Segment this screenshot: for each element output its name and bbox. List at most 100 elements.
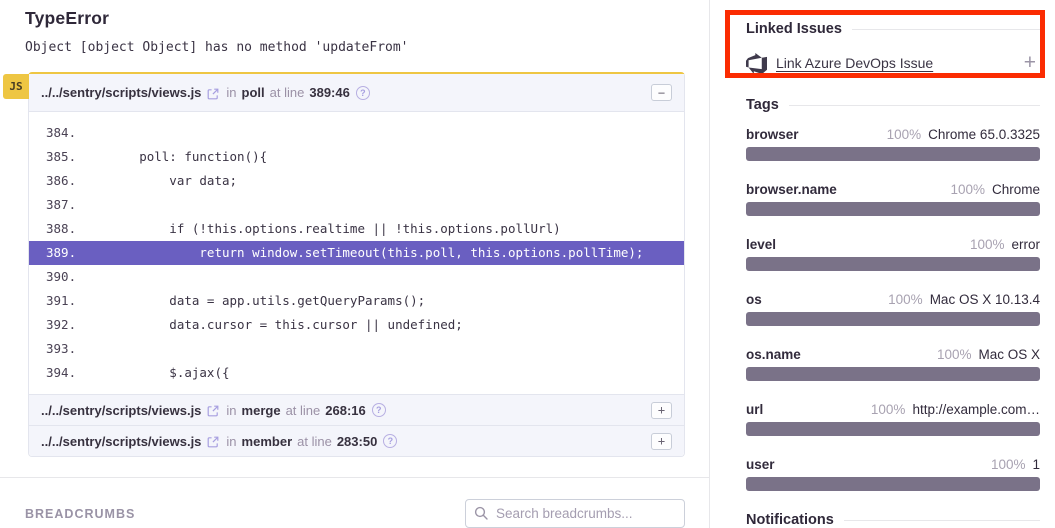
js-platform-badge: JS <box>3 74 29 99</box>
line-number: 392. <box>46 313 79 337</box>
tag-value[interactable]: http://example.com… <box>912 402 1040 417</box>
tag-percent: 100% <box>970 237 1005 252</box>
tag-key[interactable]: os.name <box>746 347 801 362</box>
stacktrace-container: JS ../../sentry/scripts/views.js in poll… <box>28 72 685 457</box>
frame-filename[interactable]: ../../sentry/scripts/views.js <box>41 434 201 449</box>
source-code-context: 384.385. poll: function(){386. var data;… <box>29 112 684 394</box>
stack-frame-header-member[interactable]: ../../sentry/scripts/views.js in member … <box>29 425 684 456</box>
in-label: in <box>226 434 236 449</box>
stack-frame-header-poll[interactable]: ../../sentry/scripts/views.js in poll at… <box>29 74 684 112</box>
sidebar: Linked Issues Link Azure DevOps Issue + … <box>709 0 1055 528</box>
tag-distribution-bar[interactable] <box>746 312 1040 326</box>
breadcrumbs-search <box>465 499 685 528</box>
tag-key[interactable]: browser.name <box>746 182 837 197</box>
tag-key[interactable]: os <box>746 292 762 307</box>
code-line: 385. poll: function(){ <box>29 145 684 169</box>
help-icon[interactable]: ? <box>372 403 386 417</box>
tag-value[interactable]: Mac OS X 10.13.4 <box>930 292 1040 307</box>
code-line: 393. <box>29 337 684 361</box>
frame-function-name: member <box>242 434 293 449</box>
expand-frame-button[interactable]: + <box>651 402 672 419</box>
tag-distribution-bar[interactable] <box>746 422 1040 436</box>
tag-item-browser.name: browser.name100%Chrome <box>746 182 1040 216</box>
code-text: var data; <box>79 169 237 193</box>
tags-list: browser100%Chrome 65.0.3325browser.name1… <box>746 127 1040 491</box>
section-rule <box>844 520 1040 521</box>
code-line: 390. <box>29 265 684 289</box>
code-line: 384. <box>29 121 684 145</box>
tag-distribution-bar[interactable] <box>746 257 1040 271</box>
frame-location: 283:50 <box>337 434 377 449</box>
tag-distribution-bar[interactable] <box>746 147 1040 161</box>
tag-key[interactable]: level <box>746 237 776 252</box>
code-text: $.ajax({ <box>79 361 230 385</box>
tag-item-url: url100%http://example.com… <box>746 402 1040 436</box>
code-text: poll: function(){ <box>79 145 267 169</box>
tags-header: Tags <box>746 97 1040 113</box>
collapse-frame-button[interactable]: − <box>651 84 672 101</box>
external-link-icon[interactable] <box>207 88 219 100</box>
tag-value[interactable]: Chrome 65.0.3325 <box>928 127 1040 142</box>
at-line-label: at line <box>297 434 332 449</box>
line-number: 386. <box>46 169 79 193</box>
in-label: in <box>226 403 236 418</box>
tag-percent: 100% <box>937 347 972 362</box>
frame-location: 389:46 <box>309 85 349 100</box>
tag-key[interactable]: browser <box>746 127 799 142</box>
section-rule <box>852 29 1040 30</box>
breadcrumbs-search-input[interactable] <box>465 499 685 528</box>
tag-item-os: os 100% Mac OS X 10.13.4 <box>746 292 1040 326</box>
line-number: 390. <box>46 265 79 289</box>
external-link-icon[interactable] <box>207 436 219 448</box>
tag-percent: 100% <box>888 292 923 307</box>
notifications-title: Notifications <box>746 512 834 528</box>
code-line: 388. if (!this.options.realtime || !this… <box>29 217 684 241</box>
tag-value[interactable]: error <box>1011 237 1040 252</box>
external-link-icon[interactable] <box>207 405 219 417</box>
notifications-section: Notifications <box>746 512 1040 528</box>
tag-value[interactable]: 1 <box>1032 457 1040 472</box>
code-text: data = app.utils.getQueryParams(); <box>79 289 425 313</box>
help-icon[interactable]: ? <box>383 434 397 448</box>
stack-frame-header-merge[interactable]: ../../sentry/scripts/views.js in merge a… <box>29 394 684 425</box>
code-line: 392. data.cursor = this.cursor || undefi… <box>29 313 684 337</box>
tag-distribution-bar[interactable] <box>746 202 1040 216</box>
breadcrumbs-title: BREADCRUMBS <box>25 507 135 521</box>
at-line-label: at line <box>270 85 305 100</box>
tags-title: Tags <box>746 97 779 113</box>
expand-frame-button[interactable]: + <box>651 433 672 450</box>
error-message: Object [object Object] has no method 'up… <box>25 40 685 55</box>
code-line: 394. $.ajax({ <box>29 361 684 385</box>
tag-item-level: level 100% error <box>746 237 1040 271</box>
section-divider <box>0 477 709 478</box>
tag-key[interactable]: user <box>746 457 775 472</box>
frame-filename[interactable]: ../../sentry/scripts/views.js <box>41 403 201 418</box>
tag-key[interactable]: url <box>746 402 763 417</box>
code-line: 387. <box>29 193 684 217</box>
line-number: 394. <box>46 361 79 385</box>
tag-item-browser: browser100%Chrome 65.0.3325 <box>746 127 1040 161</box>
linked-issues-header: Linked Issues <box>746 21 1040 37</box>
line-number: 384. <box>46 121 79 145</box>
notifications-header: Notifications <box>746 512 1040 528</box>
tag-distribution-bar[interactable] <box>746 367 1040 381</box>
add-linked-issue-button[interactable]: + <box>1024 54 1040 72</box>
frame-filename[interactable]: ../../sentry/scripts/views.js <box>41 85 201 100</box>
line-number: 385. <box>46 145 79 169</box>
link-azure-devops-issue-link[interactable]: Link Azure DevOps Issue <box>776 55 933 71</box>
tag-value[interactable]: Mac OS X <box>978 347 1040 362</box>
error-type-title: TypeError <box>25 8 685 29</box>
in-label: in <box>226 85 236 100</box>
line-number: 387. <box>46 193 79 217</box>
section-rule <box>789 105 1040 106</box>
tag-value[interactable]: Chrome <box>992 182 1040 197</box>
tag-distribution-bar[interactable] <box>746 477 1040 491</box>
search-icon <box>474 506 488 525</box>
code-text: data.cursor = this.cursor || undefined; <box>79 313 463 337</box>
main-column: TypeError Object [object Object] has no … <box>0 0 709 528</box>
code-text: if (!this.options.realtime || !this.opti… <box>79 217 561 241</box>
code-line: 391. data = app.utils.getQueryParams(); <box>29 289 684 313</box>
code-line-highlighted: 389. return window.setTimeout(this.poll,… <box>29 241 684 265</box>
code-text: return window.setTimeout(this.poll, this… <box>79 241 643 265</box>
help-icon[interactable]: ? <box>356 86 370 100</box>
